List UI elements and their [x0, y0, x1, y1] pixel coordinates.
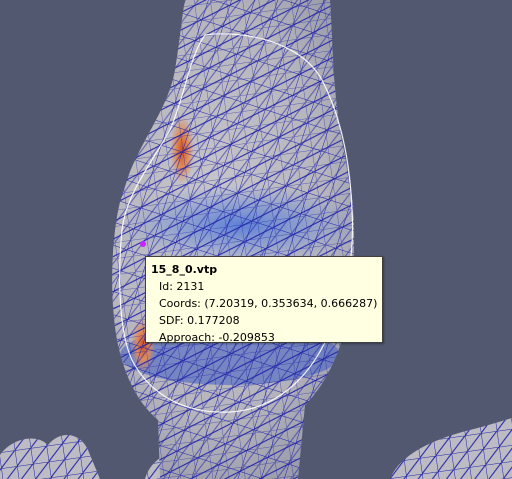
tooltip-title: 15_8_0.vtp — [151, 263, 218, 276]
tooltip-id: Id: 2131 — [159, 280, 205, 293]
render-viewport[interactable] — [0, 0, 512, 479]
mesh-body — [112, 0, 355, 479]
point-info-tooltip: 15_8_0.vtp Id: 2131 Coords: (7.20319, 0.… — [145, 256, 383, 344]
tooltip-approach: Approach: -0.209853 — [159, 331, 275, 344]
mesh-render — [0, 0, 512, 479]
tooltip-coords: Coords: (7.20319, 0.353634, 0.666287) — [159, 297, 378, 310]
selected-point-marker — [140, 241, 146, 247]
tooltip-sdf: SDF: 0.177208 — [159, 314, 240, 327]
